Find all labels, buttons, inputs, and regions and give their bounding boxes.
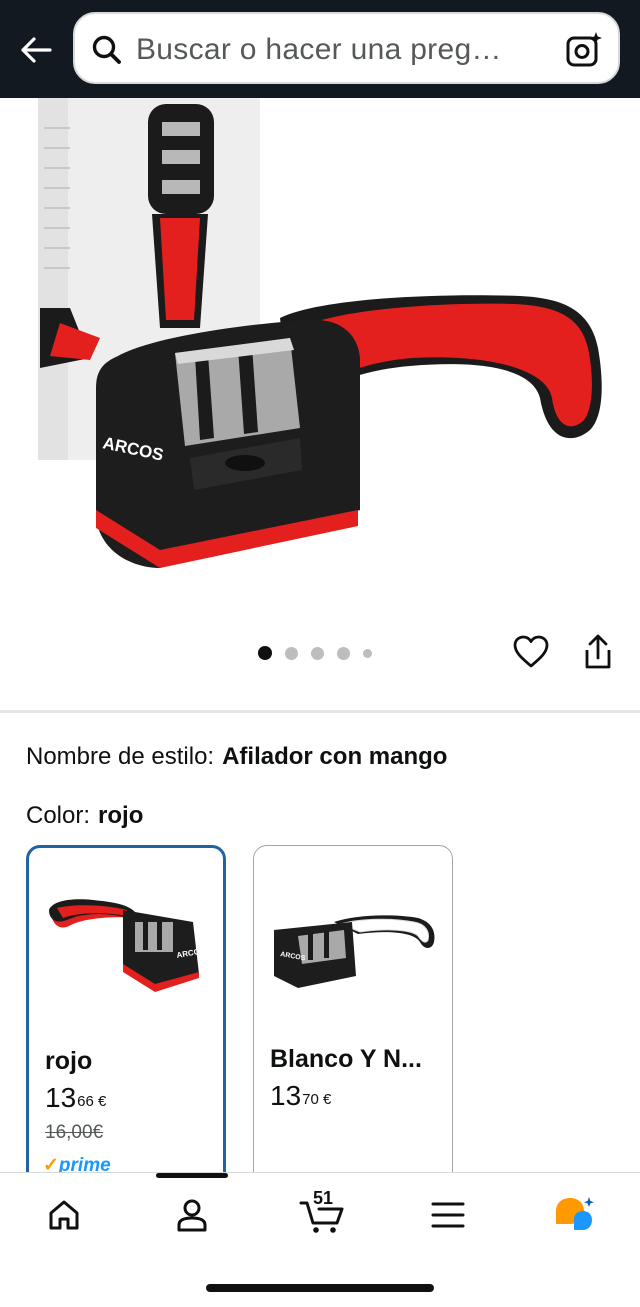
account-icon [177, 1199, 207, 1232]
color-value: rojo [98, 802, 144, 829]
home-icon [49, 1200, 79, 1230]
color-swatch-blanco-y-negro[interactable]: ARCOS Blanco Y N... 1370 € [253, 845, 453, 1190]
search-input[interactable]: Buscar o hacer una preg… [73, 12, 620, 84]
section-divider [0, 710, 640, 713]
carousel-dot-active[interactable] [258, 646, 272, 660]
search-icon [92, 35, 121, 64]
price-fraction: 70 € [302, 1091, 332, 1108]
home-indicator [206, 1284, 434, 1292]
carousel-dot[interactable] [285, 646, 298, 660]
swatch-price: 1370 € [270, 1080, 331, 1112]
style-value: Afilador con mango [222, 743, 448, 770]
color-label: Color: [26, 802, 91, 829]
menu-icon [431, 1202, 465, 1228]
carousel-dot[interactable] [363, 648, 372, 658]
nav-account[interactable] [170, 1193, 214, 1237]
camera-search-icon[interactable] [565, 31, 603, 69]
back-button[interactable] [14, 28, 58, 72]
back-arrow-icon [21, 37, 52, 63]
heart-icon[interactable] [511, 632, 551, 672]
active-tab-indicator [156, 1173, 228, 1178]
carousel-dots[interactable] [258, 644, 372, 662]
nav-home[interactable] [42, 1193, 86, 1237]
share-icon[interactable] [578, 632, 618, 672]
carousel-dot[interactable] [337, 646, 350, 660]
color-swatch-rojo[interactable]: ARCOS rojo 1366 € 16,00€ ✓prime [26, 845, 226, 1190]
nav-rufus[interactable] [552, 1193, 596, 1237]
swatch-name: Blanco Y N... [270, 1045, 422, 1073]
swatch-price: 1366 € [45, 1082, 106, 1114]
swatch-image-white-sharpener: ARCOS [274, 915, 435, 988]
swatch-old-price: 16,00€ [45, 1122, 104, 1143]
knife-sharpener-product-image: ARCOS [38, 98, 602, 568]
rufus-assistant-icon [556, 1197, 594, 1230]
price-whole: 13 [270, 1080, 302, 1111]
swatch-image-red-sharpener: ARCOS [49, 899, 206, 992]
cart-count-badge: 51 [313, 1188, 334, 1208]
color-row: Color: rojo [26, 801, 143, 831]
style-label: Nombre de estilo: [26, 743, 215, 770]
price-fraction: 66 € [77, 1093, 107, 1110]
swatch-name: rojo [45, 1047, 93, 1075]
top-bar: Buscar o hacer una preg… [0, 0, 640, 98]
product-image-carousel[interactable]: ARCOS [0, 98, 640, 608]
carousel-dot[interactable] [311, 646, 324, 660]
nav-menu[interactable] [426, 1193, 470, 1237]
search-placeholder: Buscar o hacer una preg… [136, 33, 502, 66]
style-name-row: Nombre de estilo: Afilador con mango [26, 742, 447, 772]
price-whole: 13 [45, 1082, 77, 1113]
